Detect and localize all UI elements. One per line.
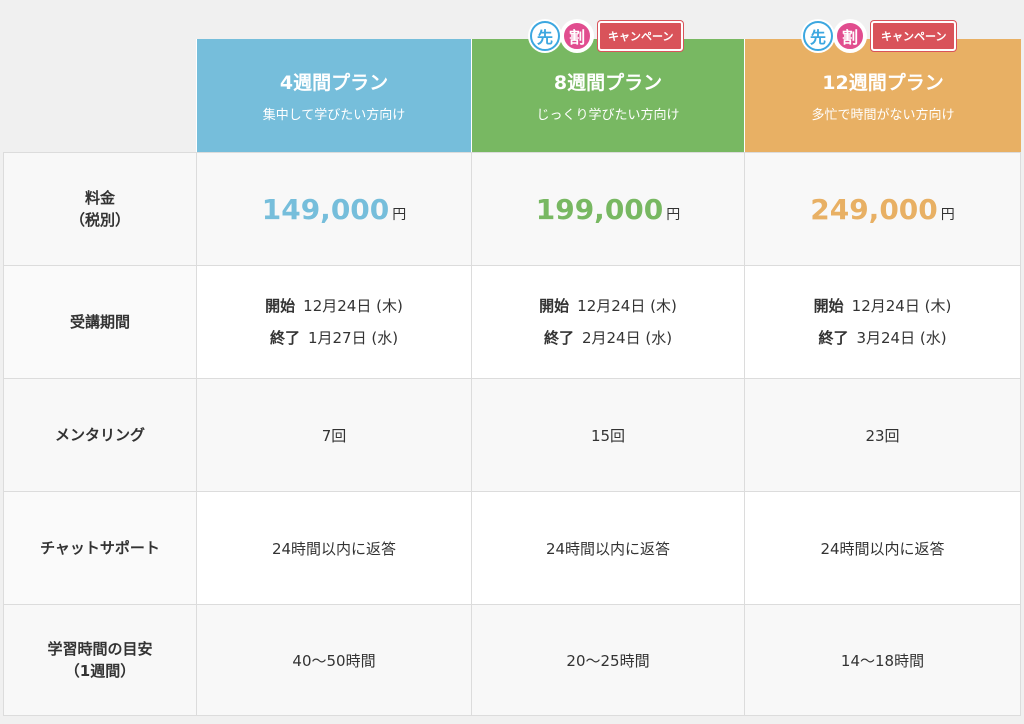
row-label-line: （税別） [69, 211, 130, 229]
period-cell: 開始 12月24日 (木) 終了 1月27日 (水) [196, 266, 471, 378]
chat-cell: 24時間以内に返答 [744, 492, 1021, 604]
promo-badge-group: 先 割 キャンペーン [530, 21, 684, 51]
period-cell: 開始 12月24日 (木) 終了 2月24日 (水) [471, 266, 744, 378]
plan-header-4week: 4週間プラン 集中して学びたい方向け [196, 39, 471, 152]
row-label-chat: チャットサポート [3, 492, 196, 604]
row-label-line: 料金 [84, 188, 115, 207]
end-date: 1月27日 (水) [307, 329, 399, 347]
period-cell: 開始 12月24日 (木) 終了 3月24日 (水) [744, 266, 1021, 378]
end-label: 終了 [818, 329, 849, 347]
price-cell: 199,000 円 [471, 153, 744, 265]
start-date: 12月24日 (木) [303, 297, 403, 315]
plan-header-12week: 先 割 キャンペーン 12週間プラン 多忙で時間がない方向け [744, 21, 1021, 152]
campaign-badge: キャンペーン [598, 21, 684, 51]
end-date: 2月24日 (水) [581, 329, 673, 347]
header-spacer [3, 0, 196, 152]
start-date: 12月24日 (木) [577, 297, 677, 315]
row-label-mentoring: メンタリング [3, 379, 196, 491]
end-date: 3月24日 (水) [856, 329, 947, 347]
plan-subtitle: 多忙で時間がない方向け [811, 108, 955, 123]
plan-header-row: 4週間プラン 集中して学びたい方向け 先 割 キャンペーン 8週間プラン じっく… [3, 0, 1021, 152]
start-label: 開始 [265, 297, 296, 315]
row-label-period: 受講期間 [3, 266, 196, 378]
price-cell: 149,000 円 [196, 153, 471, 265]
study-time-row: 学習時間の目安 （1週間） 40〜50時間 20〜25時間 14〜18時間 [3, 604, 1021, 716]
start-date: 12月24日 (木) [851, 297, 952, 315]
mentoring-cell: 15回 [471, 379, 744, 491]
discount-icon: 割 [562, 21, 592, 51]
chat-support-row: チャットサポート 24時間以内に返答 24時間以内に返答 24時間以内に返答 [3, 491, 1021, 604]
study-cell: 40〜50時間 [196, 605, 471, 715]
price-cell: 249,000 円 [744, 153, 1021, 265]
mentoring-cell: 7回 [196, 379, 471, 491]
row-label-study: 学習時間の目安 （1週間） [3, 605, 196, 715]
start-label: 開始 [813, 297, 844, 315]
plan-subtitle: じっくり学びたい方向け [536, 108, 680, 123]
plan-name: 4週間プラン [279, 72, 389, 94]
mentoring-row: メンタリング 7回 15回 23回 [3, 378, 1021, 491]
period-row: 受講期間 開始 12月24日 (木) 終了 1月27日 (水) 開始 12月24日 (… [3, 265, 1021, 378]
chat-cell: 24時間以内に返答 [196, 492, 471, 604]
study-cell: 20〜25時間 [471, 605, 744, 715]
price-value: 199,000 [535, 192, 664, 226]
promo-badge-group: 先 割 キャンペーン [803, 21, 957, 51]
plan-name: 8週間プラン [553, 72, 663, 94]
price-row: 料金 （税別） 149,000 円 199,000 円 249,000 円 [3, 152, 1021, 265]
row-label-line: 学習時間の目安 [47, 639, 153, 658]
price-value: 249,000 [810, 192, 938, 226]
chat-cell: 24時間以内に返答 [471, 492, 744, 604]
discount-icon: 割 [835, 21, 865, 51]
start-label: 開始 [539, 297, 570, 315]
plan-subtitle: 集中して学びたい方向け [262, 108, 406, 123]
early-discount-icon: 先 [803, 21, 833, 51]
study-cell: 14〜18時間 [744, 605, 1021, 715]
price-unit: 円 [940, 206, 955, 223]
early-discount-icon: 先 [530, 21, 560, 51]
price-value: 149,000 [261, 192, 390, 226]
price-unit: 円 [392, 206, 407, 223]
plan-name: 12週間プラン [822, 72, 944, 94]
row-label-line: （1週間） [64, 662, 136, 680]
end-label: 終了 [543, 329, 574, 347]
campaign-badge: キャンペーン [871, 21, 957, 51]
pricing-table: 4週間プラン 集中して学びたい方向け 先 割 キャンペーン 8週間プラン じっく… [3, 0, 1021, 716]
row-label-price: 料金 （税別） [3, 153, 196, 265]
plan-header-8week: 先 割 キャンペーン 8週間プラン じっくり学びたい方向け [471, 21, 744, 152]
end-label: 終了 [269, 329, 300, 347]
price-unit: 円 [666, 206, 681, 223]
mentoring-cell: 23回 [744, 379, 1021, 491]
